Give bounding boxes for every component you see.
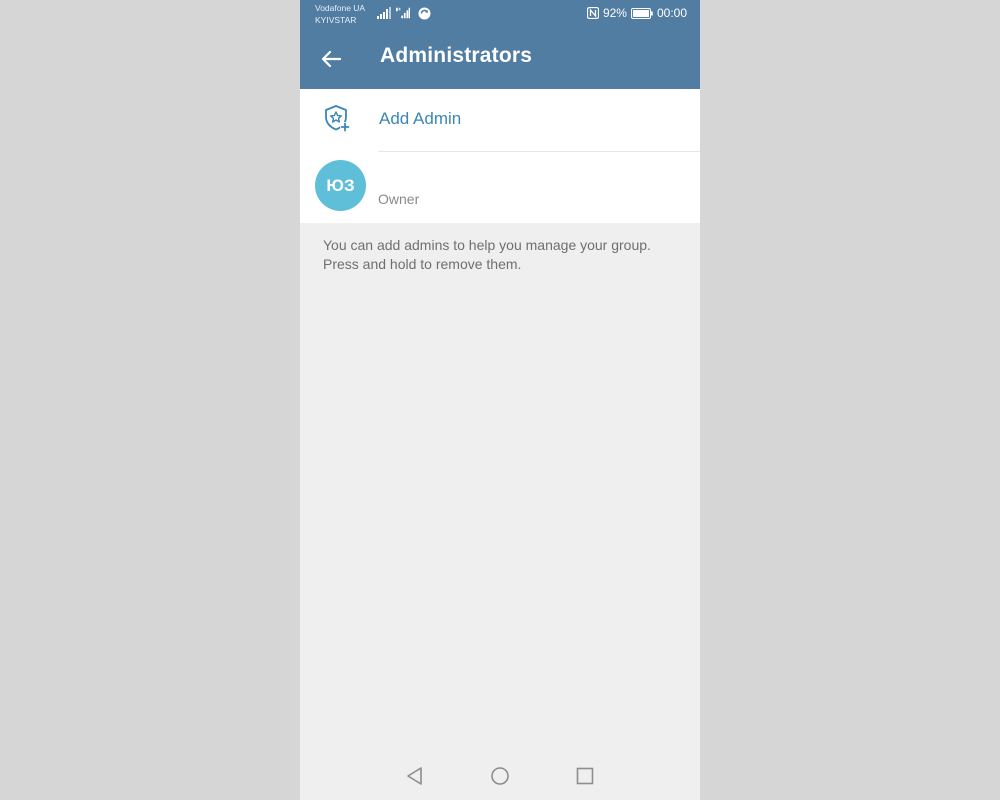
signal-icon (396, 7, 410, 19)
battery-percent: 92% (602, 6, 627, 20)
back-button[interactable] (314, 42, 348, 76)
nav-recents-icon[interactable] (574, 765, 596, 787)
avatar: ЮЗ (315, 160, 366, 211)
nav-back-icon[interactable] (404, 765, 426, 787)
battery-icon (630, 7, 653, 19)
owner-role: Owner (378, 191, 420, 207)
back-arrow-icon (321, 50, 341, 68)
clock: 00:00 (656, 6, 687, 20)
phone-screen: Vodafone UA KYIVSTAR 92% 00:00 Administr… (300, 0, 700, 800)
app-bar: Administrators (300, 28, 700, 89)
add-admin-button[interactable]: Add Admin (300, 89, 700, 151)
status-right: 92% 00:00 (586, 6, 687, 20)
admin-list: Add Admin ЮЗ Owner (300, 89, 700, 223)
shield-star-add-icon (325, 105, 350, 132)
carrier-1: Vodafone UA (315, 3, 366, 13)
add-admin-label: Add Admin (379, 109, 462, 128)
nav-bar (300, 752, 700, 800)
nav-home-icon[interactable] (489, 765, 511, 787)
status-bar: Vodafone UA KYIVSTAR 92% 00:00 (300, 0, 700, 28)
sync-icon (418, 7, 431, 20)
nfc-icon (586, 7, 599, 19)
admin-row-owner[interactable]: ЮЗ Owner (300, 152, 700, 223)
signal-icon (377, 7, 391, 19)
admins-hint: You can add admins to help you manage yo… (323, 237, 651, 272)
carrier-2: KYIVSTAR (315, 15, 357, 25)
carrier-info: Vodafone UA KYIVSTAR (315, 2, 365, 26)
page-title: Administrators (380, 44, 533, 67)
